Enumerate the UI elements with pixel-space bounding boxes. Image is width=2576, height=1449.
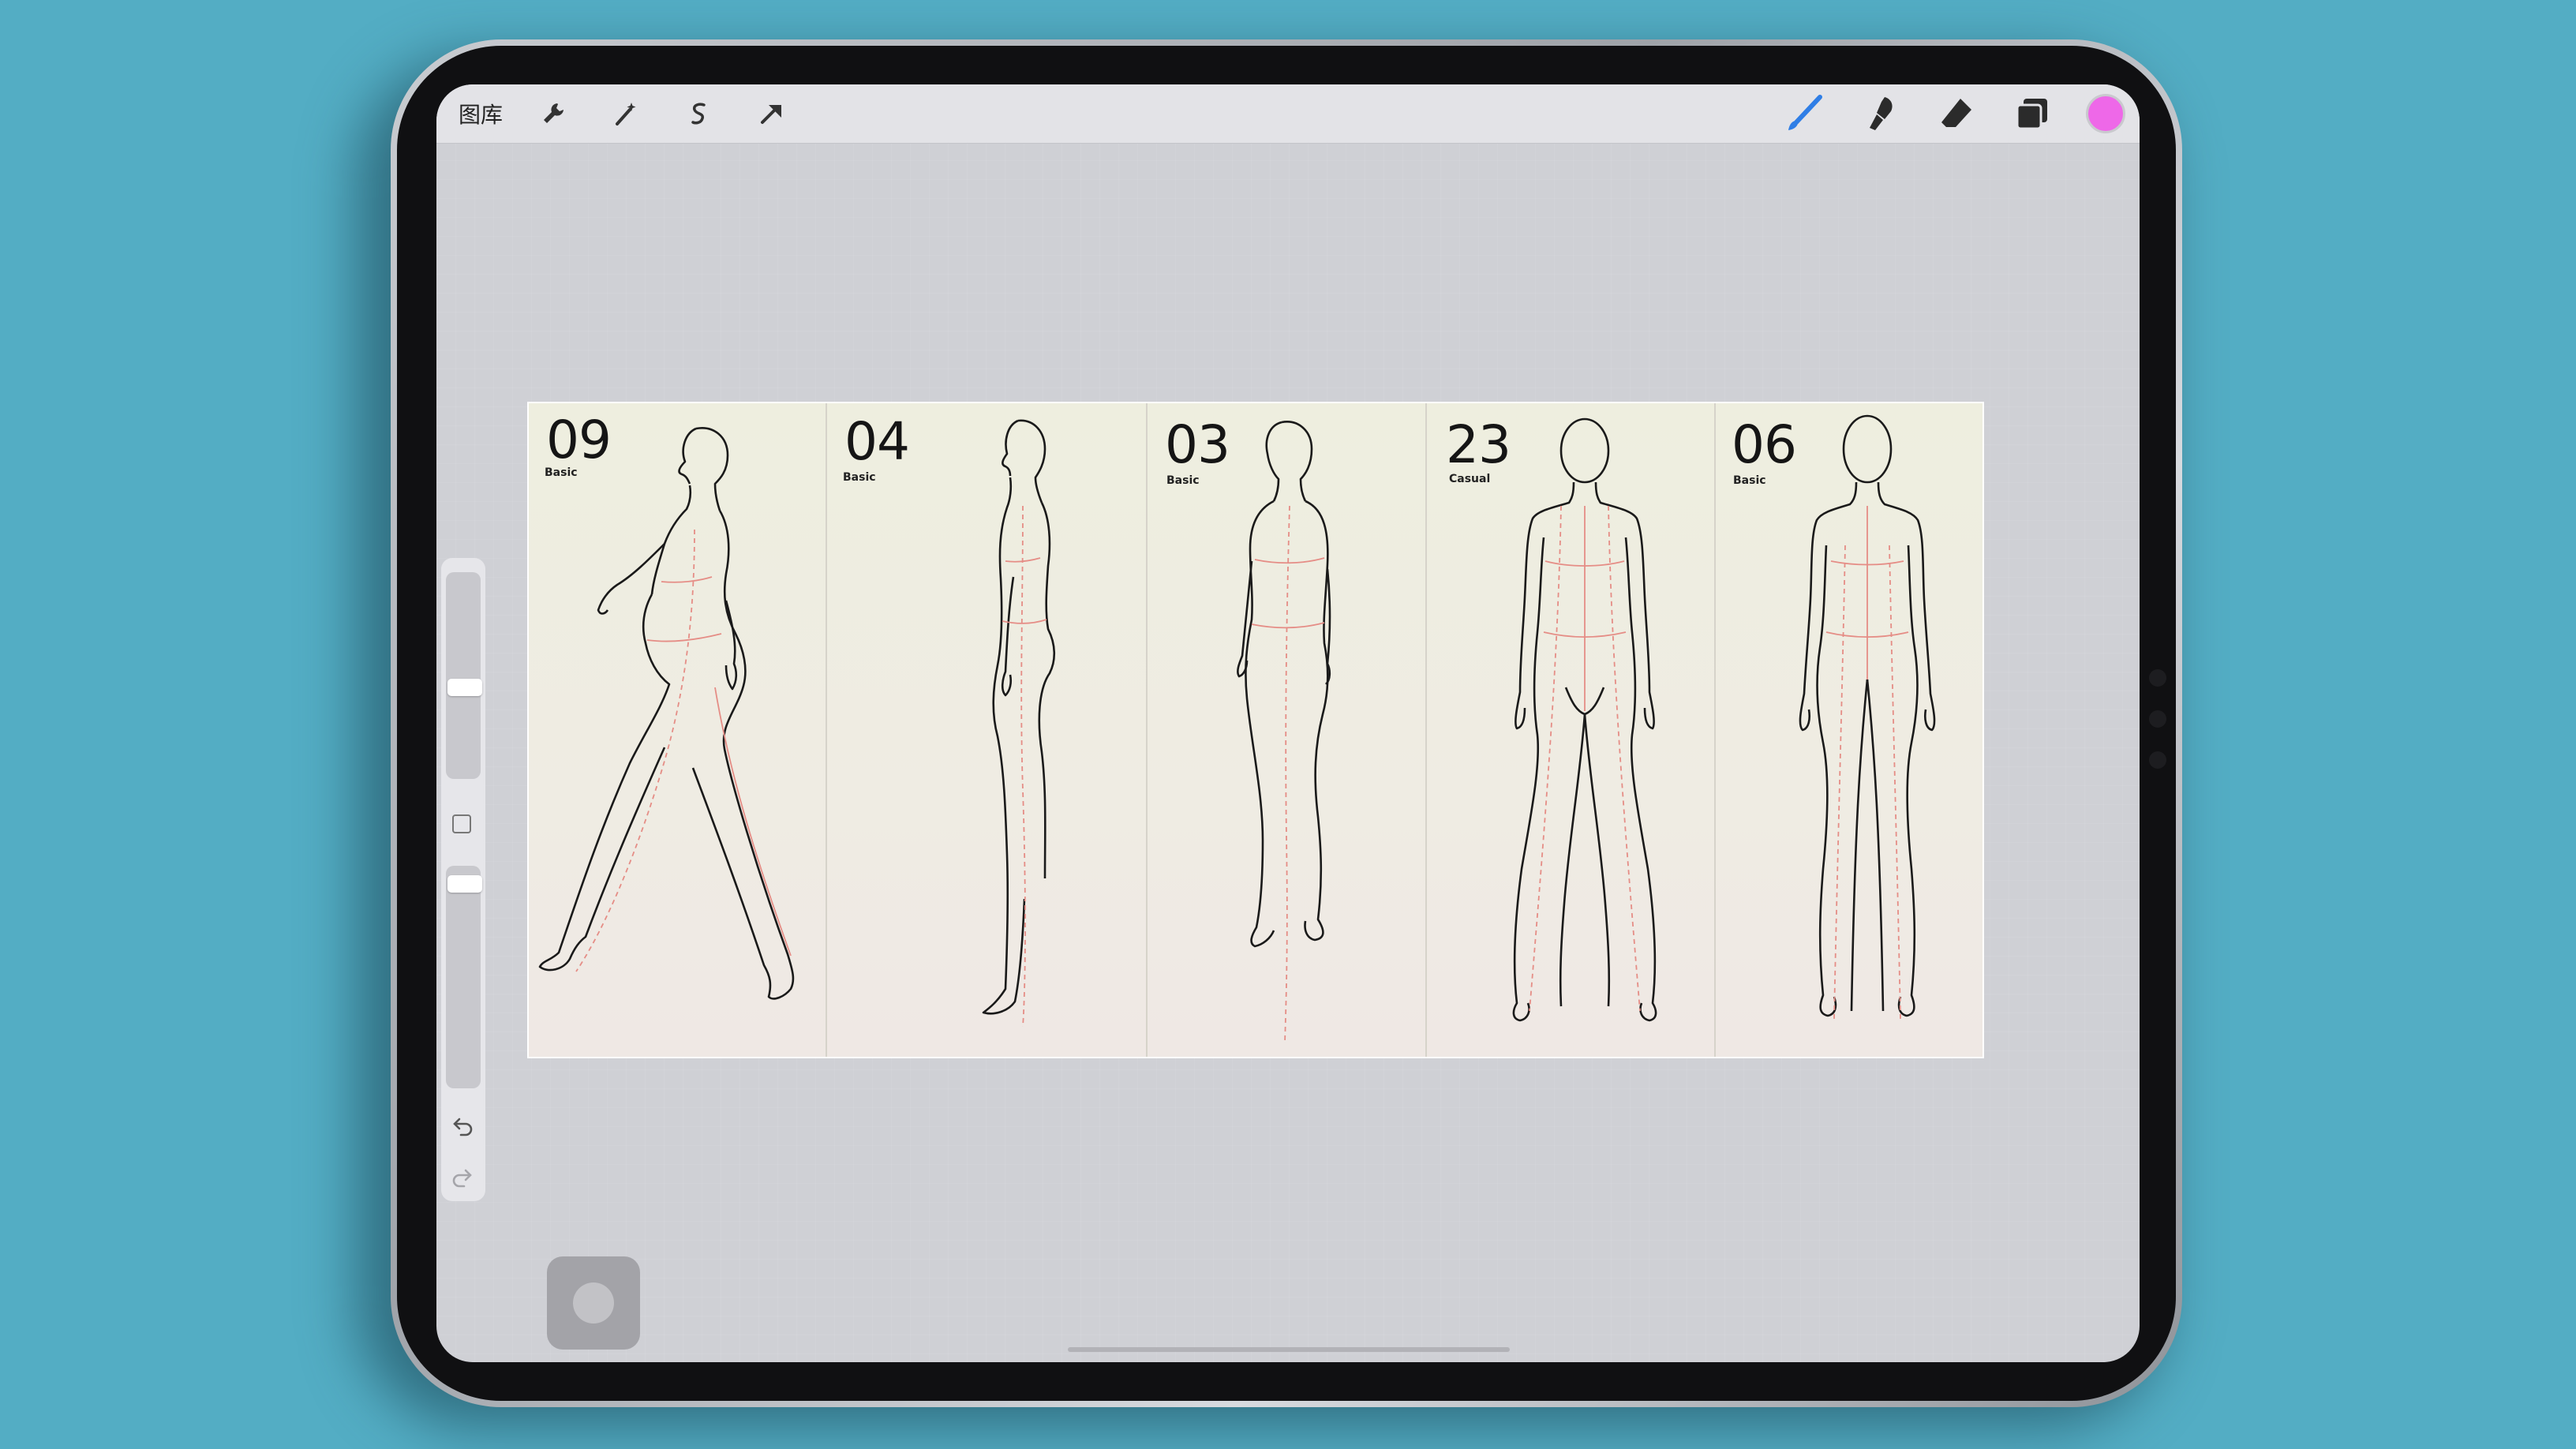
pose-panel-04: 04 Basic <box>827 403 1148 1057</box>
croquis-figure <box>1512 417 1657 1022</box>
left-sidebar <box>441 558 485 1201</box>
top-toolbar: 图库 <box>436 84 2140 144</box>
pose-panel-06: 06 Basic <box>1716 403 1983 1057</box>
croquis-figure <box>1237 421 1331 1043</box>
layers-icon[interactable] <box>2010 92 2054 136</box>
croquis-figure <box>1799 414 1936 1020</box>
smudge-icon[interactable] <box>1859 92 1903 136</box>
undo-icon[interactable] <box>451 1114 474 1138</box>
modify-button[interactable] <box>452 814 471 833</box>
opacity-thumb[interactable] <box>447 875 482 893</box>
magnetic-connector <box>2149 669 2166 792</box>
opacity-slider[interactable] <box>446 866 482 1088</box>
canvas-image: 09 Basic 04 Basic 03 Basic 23 Casual 06 … <box>527 402 1984 1058</box>
quickmenu-button[interactable] <box>547 1256 640 1350</box>
selection-icon[interactable] <box>676 92 721 136</box>
brush-size-thumb[interactable] <box>447 679 482 696</box>
magic-wand-icon[interactable] <box>604 92 648 136</box>
brush-size-slider[interactable] <box>446 572 482 779</box>
transform-arrow-icon[interactable] <box>749 92 793 136</box>
home-indicator[interactable] <box>1068 1347 1510 1352</box>
croquis-figure <box>538 427 795 1000</box>
croquis-figure <box>982 419 1056 1028</box>
wrench-icon[interactable] <box>531 92 575 136</box>
pose-panel-23: 23 Casual <box>1427 403 1716 1057</box>
procreate-screen: 图库 09 Basic 04 Basic 03 Basic 23 Casual … <box>436 84 2140 1362</box>
redo-icon[interactable] <box>451 1166 474 1189</box>
eraser-icon[interactable] <box>1934 92 1979 136</box>
brush-icon[interactable] <box>1783 92 1827 136</box>
pose-panel-03: 03 Basic <box>1148 403 1427 1057</box>
pose-panel-09: 09 Basic <box>529 403 827 1057</box>
color-swatch[interactable] <box>2086 94 2125 133</box>
gallery-button[interactable]: 图库 <box>459 98 503 129</box>
